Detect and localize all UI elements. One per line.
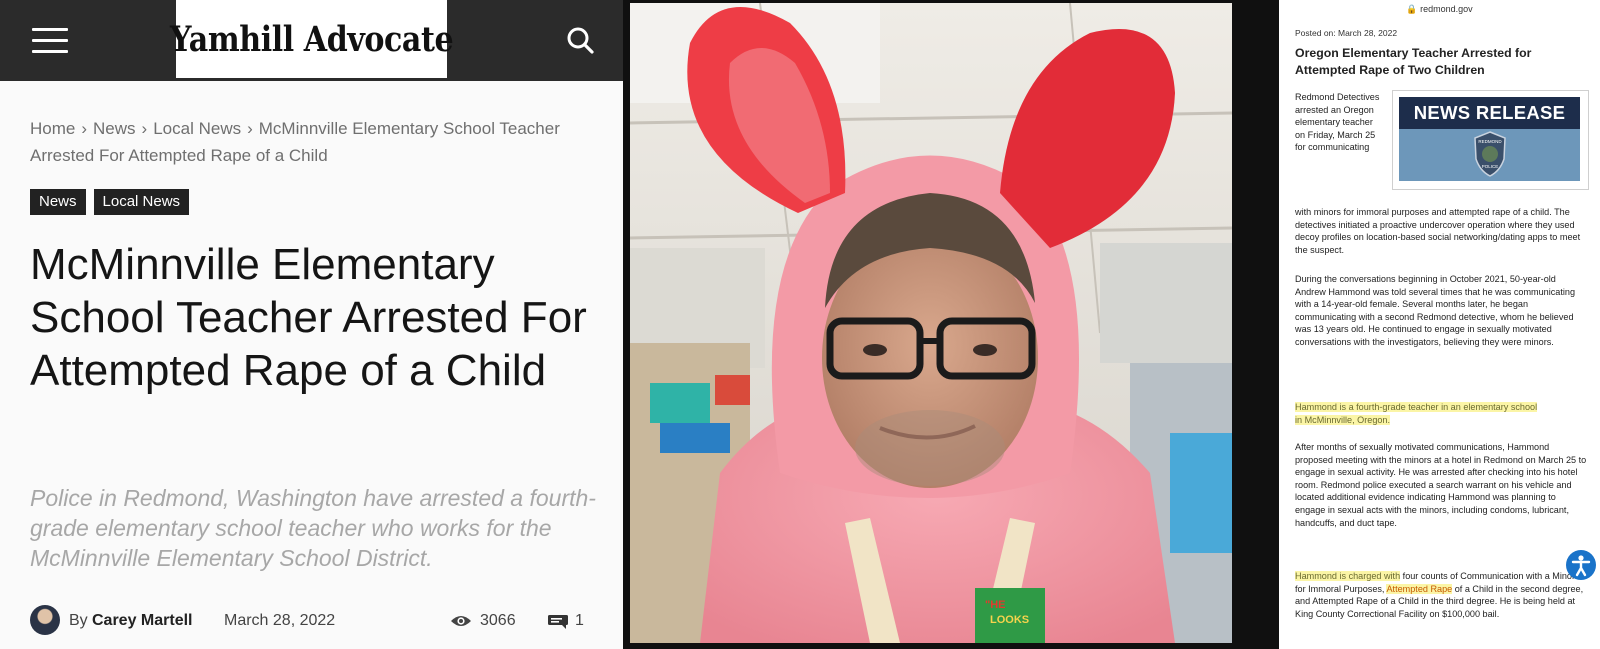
- release-paragraph-1-lead: Redmond Detectives arrested an Oregon el…: [1295, 92, 1380, 153]
- release-paragraph-4: After months of sexually motivated commu…: [1295, 442, 1587, 528]
- police-badge-icon: REDMOND POLICE: [1474, 131, 1506, 177]
- person-in-bunny-costume-photo: "HE LOOKS: [630, 3, 1232, 643]
- release-paragraph-1: with minors for immoral purposes and att…: [1295, 207, 1581, 255]
- publish-date: March 28, 2022: [224, 612, 336, 629]
- site-logo[interactable]: Yamhill Advocate: [170, 0, 454, 78]
- byline: By Carey Martell March 28, 2022 3066 1: [30, 603, 600, 637]
- article-headline: McMinnville Elementary School Teacher Ar…: [30, 240, 587, 395]
- news-release-banner: NEWS RELEASE REDMOND POLICE: [1392, 90, 1589, 190]
- author-avatar[interactable]: [30, 605, 60, 635]
- badge-line-1: REDMOND: [1478, 139, 1502, 144]
- breadcrumb-separator: ›: [247, 119, 253, 138]
- breadcrumb-local-news[interactable]: Local News: [153, 119, 241, 138]
- tag-news[interactable]: News: [30, 189, 86, 215]
- press-release-title: Oregon Elementary Teacher Arrested for A…: [1295, 46, 1532, 77]
- release-paragraph-2: During the conversations beginning in Oc…: [1295, 274, 1576, 347]
- photo-panel: "HE LOOKS: [623, 0, 1279, 649]
- badge-text-line-2: LOOKS: [990, 614, 1029, 626]
- highlighted-text: Attempted Rape: [1386, 583, 1453, 594]
- breadcrumb: Home › News › Local News › McMinnville Element…: [30, 115, 590, 169]
- badge-line-2: POLICE: [1482, 164, 1499, 169]
- tag-local-news[interactable]: Local News: [93, 189, 190, 215]
- breadcrumb-separator: ›: [81, 119, 88, 138]
- category-tags: News Local News: [30, 189, 190, 215]
- article-panel: Yamhill Advocate Home › News › Local News › Mc…: [0, 0, 623, 649]
- posted-date: Posted on: March 28, 2022: [1295, 28, 1398, 38]
- comment-count[interactable]: 1: [575, 612, 584, 630]
- comment-icon[interactable]: [547, 614, 569, 630]
- url-bar[interactable]: 🔒 redmond.gov: [1279, 4, 1600, 15]
- by-label: By: [69, 612, 88, 629]
- highlighted-text: Hammond is a fourth-grade teacher in an …: [1295, 402, 1538, 425]
- eye-icon: [451, 616, 471, 626]
- site-header: Yamhill Advocate: [0, 0, 623, 81]
- search-icon[interactable]: [565, 25, 595, 55]
- badge-text-line-1: "HE: [985, 599, 1006, 611]
- breadcrumb-news[interactable]: News: [93, 119, 136, 138]
- site-logo-text: Yamhill Advocate: [169, 18, 454, 60]
- banner-image: REDMOND POLICE: [1399, 129, 1580, 181]
- press-release-panel: 🔒 redmond.gov Posted on: March 28, 2022 …: [1279, 0, 1600, 649]
- hamburger-menu-icon[interactable]: [32, 28, 68, 54]
- release-paragraph-5: Hammond is charged with four counts of C…: [1295, 570, 1587, 620]
- release-paragraph-3: Hammond is a fourth-grade teacher in an …: [1295, 401, 1545, 426]
- banner-title: NEWS RELEASE: [1399, 97, 1580, 129]
- article-subtitle: Police in Redmond, Washington have arres…: [30, 485, 596, 571]
- highlighted-text: Hammond is charged with: [1295, 571, 1401, 581]
- view-count: 3066: [480, 612, 516, 629]
- breadcrumb-home[interactable]: Home: [30, 119, 75, 138]
- breadcrumb-separator: ›: [141, 119, 148, 138]
- author-name[interactable]: Carey Martell: [92, 612, 193, 630]
- accessibility-icon[interactable]: [1566, 550, 1596, 580]
